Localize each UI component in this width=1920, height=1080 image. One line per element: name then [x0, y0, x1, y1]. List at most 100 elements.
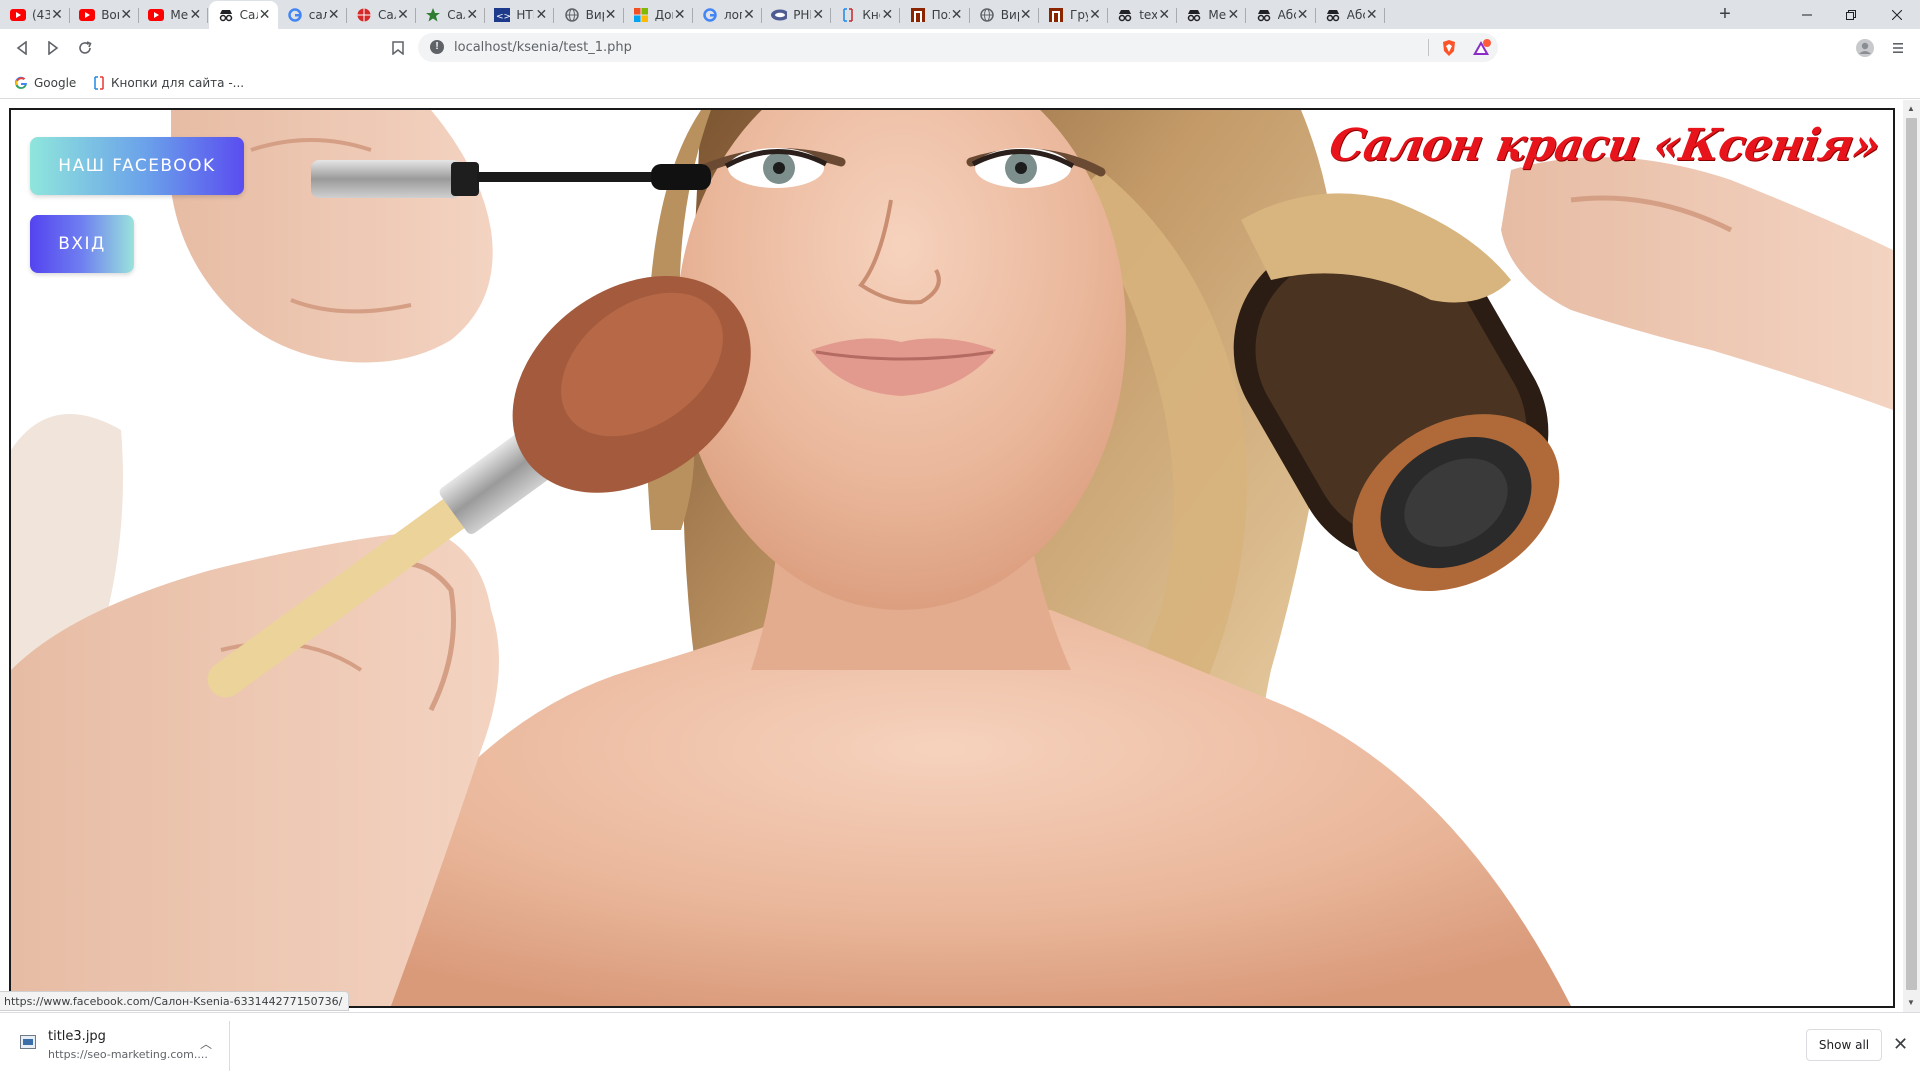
browser-tab[interactable]: Салон✕	[416, 1, 486, 29]
browser-tab[interactable]: <> HTML✕	[485, 1, 555, 29]
download-item[interactable]: title3.jpg https://seo-marketing.com....…	[10, 1021, 230, 1071]
bookmark-buttons-site[interactable]: Кнопки для сайта -...	[93, 74, 244, 92]
brave-lion-icon	[1443, 40, 1455, 56]
google-icon	[287, 7, 303, 23]
tab-close-icon[interactable]: ✕	[465, 8, 479, 22]
reload-button[interactable]	[73, 36, 97, 60]
globe-icon	[979, 7, 995, 23]
tab-title: PHP.S	[793, 8, 811, 22]
tab-close-icon[interactable]: ✕	[327, 8, 341, 22]
tab-close-icon[interactable]: ✕	[1088, 8, 1102, 22]
browser-tab[interactable]: Кноп✕	[831, 1, 901, 29]
close-window-button[interactable]	[1874, 0, 1920, 29]
browser-tab[interactable]: Вирів✕	[970, 1, 1039, 29]
scrollbar-thumb[interactable]	[1906, 118, 1917, 990]
globe-red-icon	[356, 7, 372, 23]
browser-tab[interactable]: салон✕	[278, 1, 347, 29]
tab-title: (43) к	[32, 8, 50, 22]
profile-button[interactable]	[1853, 36, 1877, 60]
tab-close-icon[interactable]: ✕	[673, 8, 687, 22]
bookmark-page-button[interactable]	[386, 36, 410, 60]
menu-button[interactable]	[1886, 36, 1910, 60]
show-all-button[interactable]: Show all	[1806, 1029, 1882, 1061]
google-icon	[702, 7, 718, 23]
tab-close-icon[interactable]: ✕	[258, 8, 272, 22]
new-tab-button[interactable]: +	[1714, 3, 1736, 25]
tab-close-icon[interactable]: ✕	[950, 8, 964, 22]
tab-close-icon[interactable]: ✕	[534, 8, 548, 22]
minimize-button[interactable]	[1784, 0, 1830, 29]
download-filename: title3.jpg	[48, 1029, 106, 1044]
tab-close-icon[interactable]: ✕	[119, 8, 133, 22]
rewards-triangle-icon	[1473, 39, 1491, 55]
svg-text:<>: <>	[496, 12, 510, 22]
browser-tab[interactable]: Пози✕	[901, 1, 970, 29]
scroll-down-arrow-icon[interactable]: ▼	[1907, 998, 1915, 1007]
browser-tab[interactable]: Салон✕	[347, 1, 416, 29]
tab-close-icon[interactable]: ✕	[396, 8, 410, 22]
brave-shields-button[interactable]	[1437, 36, 1461, 60]
forward-button[interactable]	[41, 36, 65, 60]
address-bar[interactable]: ! localhost/ksenia/test_1.php	[418, 33, 1498, 62]
youtube-icon	[10, 7, 26, 23]
salon-title: Салон краси «Ксенія»	[1325, 120, 1884, 171]
tab-title: Абсо	[1346, 8, 1365, 22]
bracket-icon	[94, 76, 104, 90]
chevron-up-icon[interactable]: ︿	[200, 1035, 212, 1052]
download-source: https://seo-marketing.com....	[48, 1048, 208, 1061]
omnibox-divider	[1428, 39, 1429, 56]
tab-close-icon[interactable]: ✕	[1226, 8, 1240, 22]
tab-close-icon[interactable]: ✕	[1019, 8, 1033, 22]
back-button[interactable]	[10, 36, 34, 60]
tab-close-icon[interactable]: ✕	[811, 8, 825, 22]
tab-close-icon[interactable]: ✕	[1365, 8, 1379, 22]
bookmark-brown-icon	[1048, 7, 1064, 23]
image-file-icon	[20, 1035, 36, 1049]
browser-tab[interactable]: Салон✕	[208, 1, 278, 29]
login-button[interactable]: ВХІД	[30, 215, 134, 273]
site-info-icon[interactable]: !	[430, 40, 444, 54]
bookmark-google[interactable]: Google	[14, 74, 76, 92]
tab-title: Груп	[1070, 8, 1088, 22]
tab-close-icon[interactable]: ✕	[880, 8, 894, 22]
browser-tab[interactable]: Вирів✕	[555, 1, 624, 29]
close-shelf-icon[interactable]: ✕	[1893, 1035, 1908, 1053]
php-icon	[771, 7, 788, 23]
tab-close-icon[interactable]: ✕	[1296, 8, 1310, 22]
back-arrow-icon	[16, 41, 27, 55]
brave-rewards-button[interactable]	[1470, 36, 1494, 60]
browser-tab[interactable]: логін✕	[693, 1, 762, 29]
reload-icon	[79, 41, 92, 54]
facebook-button[interactable]: НАШ FACEBOOK	[30, 137, 244, 195]
download-shelf: title3.jpg https://seo-marketing.com....…	[0, 1012, 1920, 1080]
tab-title: Пози	[931, 8, 950, 22]
browser-tab[interactable]: (43) к✕	[1, 1, 70, 29]
browser-tab[interactable]: Мест✕	[139, 1, 209, 29]
tab-close-icon[interactable]: ✕	[50, 8, 64, 22]
tab-close-icon[interactable]: ✕	[188, 8, 202, 22]
tab-close-icon[interactable]: ✕	[742, 8, 756, 22]
tab-title: салон	[308, 8, 327, 22]
browser-tab[interactable]: Абсо✕	[1247, 1, 1316, 29]
avatar-icon	[1856, 39, 1874, 57]
tab-title: HTML	[516, 8, 534, 22]
browser-tab[interactable]: Довід✕	[624, 1, 693, 29]
scroll-up-arrow-icon[interactable]: ▲	[1907, 104, 1915, 113]
page-scrollbar[interactable]: ▲ ▼	[1903, 100, 1920, 1012]
browser-tab[interactable]: Мені✕	[1177, 1, 1247, 29]
restore-button[interactable]	[1828, 0, 1874, 29]
browser-tab[interactable]: Груп✕	[1039, 1, 1108, 29]
bookmark-brown-icon	[910, 7, 926, 23]
tab-close-icon[interactable]: ✕	[1157, 8, 1171, 22]
address-bar-url[interactable]: localhost/ksenia/test_1.php	[454, 40, 632, 55]
browser-tab[interactable]: Вокр✕	[70, 1, 140, 29]
browser-tab[interactable]: Абсо✕	[1316, 1, 1385, 29]
tab-title: Мест	[170, 8, 189, 22]
status-bar-url: https://www.facebook.com/Салон-Ksenia-63…	[0, 991, 350, 1011]
browser-tab[interactable]: text-a✕	[1108, 1, 1178, 29]
tab-close-icon[interactable]: ✕	[604, 8, 618, 22]
minimize-icon	[1802, 14, 1812, 15]
bookmark-label: Кнопки для сайта -...	[111, 76, 245, 90]
forward-arrow-icon	[48, 41, 59, 55]
browser-tab[interactable]: PHP.S✕	[762, 1, 832, 29]
